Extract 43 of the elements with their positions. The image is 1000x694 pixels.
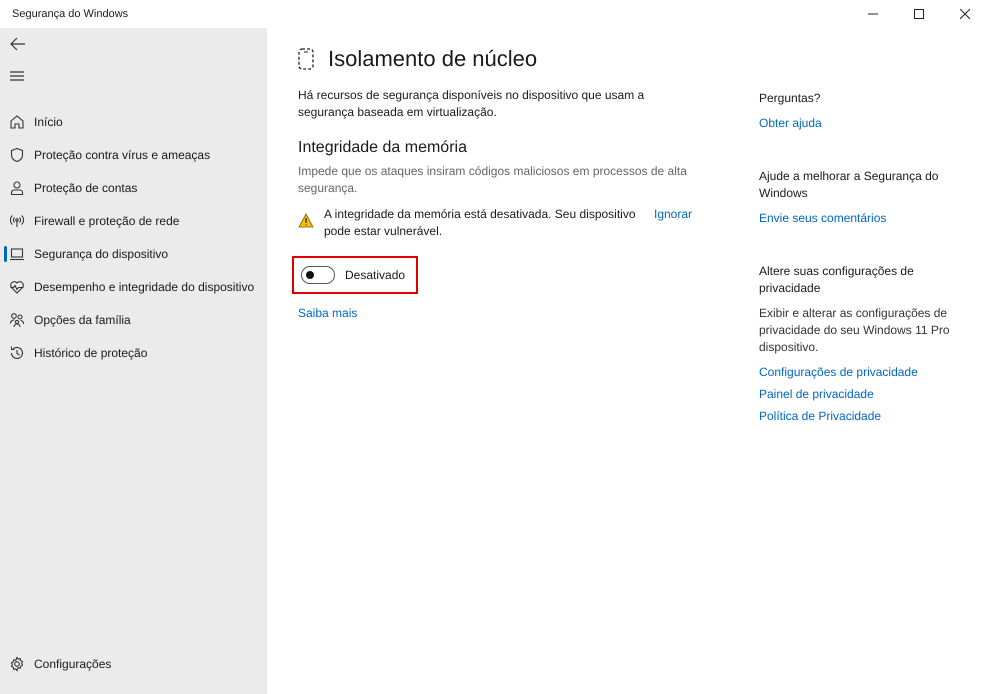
warning-icon	[298, 213, 314, 228]
home-icon	[9, 114, 25, 130]
sidebar-item[interactable]: Segurança do dispositivo	[0, 237, 267, 270]
sidebar-item[interactable]: Proteção de contas	[0, 171, 267, 204]
aside-link[interactable]: Obter ajuda	[759, 112, 959, 134]
sidebar-item[interactable]: Opções da família	[0, 303, 267, 336]
warning-message: A integridade da memória está desativada. Seu dispositivo pode estar vulnerável.	[324, 206, 637, 240]
aside-link[interactable]: Política de Privacidade	[759, 405, 959, 427]
sidebar-item[interactable]: Proteção contra vírus e ameaças	[0, 138, 267, 171]
aside-link[interactable]: Envie seus comentários	[759, 207, 959, 229]
learn-more-link[interactable]: Saiba mais	[298, 306, 718, 320]
person-icon	[9, 180, 25, 196]
people-icon	[9, 312, 25, 328]
section-title: Integridade da memória	[298, 139, 468, 157]
aside-link[interactable]: Configurações de privacidade	[759, 361, 959, 383]
sidebar-item[interactable]: Início	[0, 105, 267, 138]
shield-icon	[9, 146, 25, 162]
sidebar-item[interactable]: Firewall e proteção de rede	[0, 204, 267, 237]
aside-heading: Altere suas configurações de privacidade	[759, 263, 915, 297]
laptop-icon	[9, 246, 25, 262]
menu-icon[interactable]	[10, 71, 24, 81]
page-description: Há recursos de segurança disponíveis no dispositivo que usam a segurança baseada em virtualização.	[298, 87, 646, 121]
aside-heading: Ajude a melhorar a Segurança do Windows	[759, 168, 940, 202]
settings-item[interactable]: Configurações	[0, 647, 267, 680]
history-icon	[9, 344, 25, 360]
heart-icon	[9, 278, 25, 294]
page-title: Isolamento de núcleo	[328, 46, 538, 72]
aside-link[interactable]: Painel de privacidade	[759, 383, 959, 405]
section-description: Impede que os ataques insiram códigos maliciosos em processos de alta segurança.	[298, 163, 688, 197]
close-icon[interactable]	[960, 9, 970, 19]
toggle-switch[interactable]	[301, 266, 335, 284]
maximize-icon[interactable]	[914, 9, 924, 19]
aside-text: Exibir e alterar as configurações de privacidade do seu Windows 11 Pro dispositivo.	[759, 305, 951, 356]
sidebar-item[interactable]: Desempenho e integridade do dispositivo	[0, 270, 267, 303]
antenna-icon	[9, 212, 25, 228]
aside-heading: Perguntas?	[759, 90, 822, 107]
settings-icon	[9, 656, 25, 672]
toggle-label: Desativado	[345, 268, 406, 282]
sidebar-item[interactable]: Histórico de proteção	[0, 336, 267, 369]
window-title: Segurança do Windows	[12, 8, 128, 20]
chip-icon	[298, 48, 314, 70]
ignore-link[interactable]: Ignorar	[654, 206, 692, 223]
back-arrow-icon[interactable]	[10, 37, 26, 51]
